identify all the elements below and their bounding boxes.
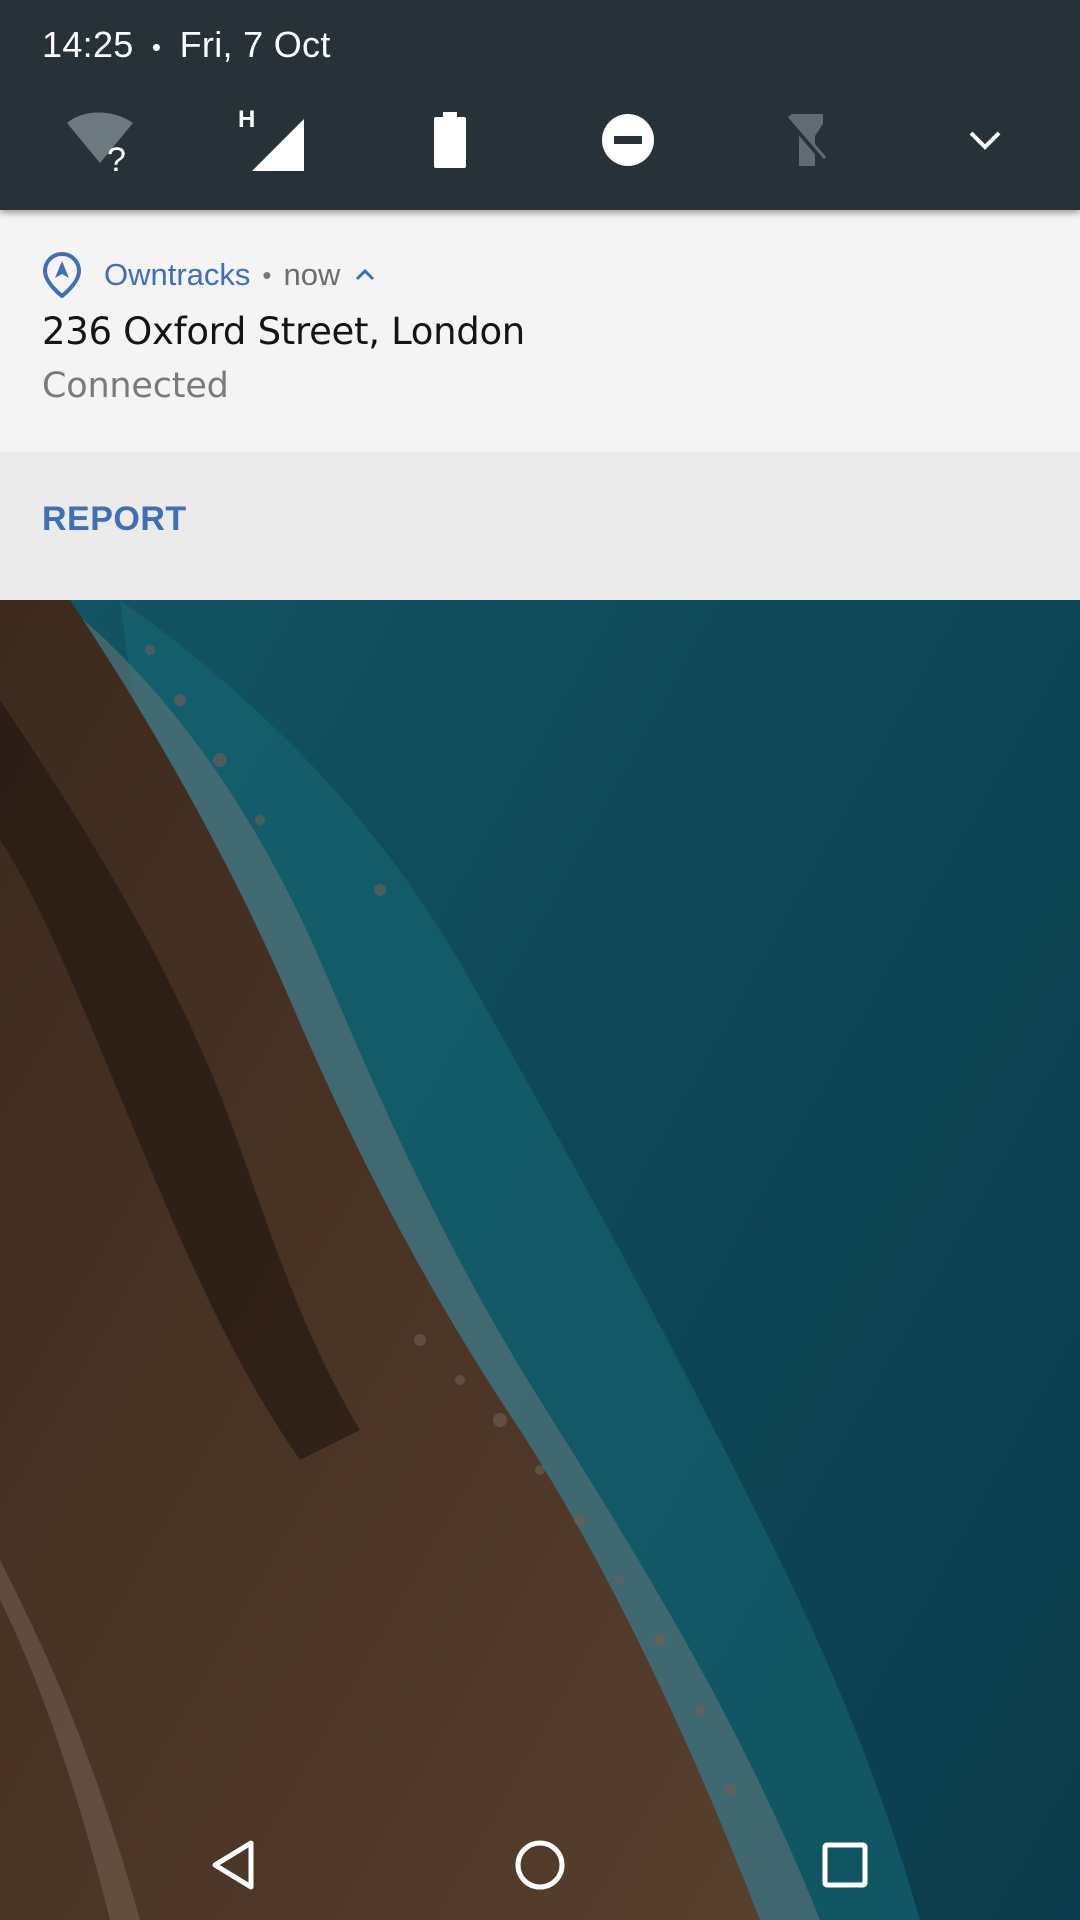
notification-app-name: Owntracks: [104, 257, 251, 292]
back-icon: [212, 1840, 254, 1890]
quick-settings-icons: ? H: [0, 100, 1080, 180]
status-separator: •: [151, 31, 162, 62]
recents-icon: [822, 1842, 868, 1888]
navigation-bar: [0, 1810, 1080, 1920]
collapse-chevron-icon[interactable]: [354, 267, 376, 283]
home-button[interactable]: [480, 1810, 600, 1920]
wifi-unknown-mark: ?: [107, 141, 126, 175]
status-time: 14:25: [42, 24, 134, 65]
quick-settings-header: 14:25 • Fri, 7 Oct ? H: [0, 0, 1080, 210]
wifi-unknown-icon[interactable]: ?: [50, 100, 140, 180]
owntracks-app-icon: [42, 250, 86, 300]
owntracks-notification[interactable]: Owntracks • now 236 Oxford Street, Londo…: [0, 210, 1080, 600]
home-icon: [515, 1840, 565, 1890]
notification-text: Connected: [42, 366, 229, 406]
notification-header[interactable]: Owntracks • now: [42, 250, 376, 300]
notification-shade-screen: 14:25 • Fri, 7 Oct ? H Owntracks • now 2…: [0, 0, 1080, 1920]
status-datetime: 14:25 • Fri, 7 Oct: [42, 24, 331, 66]
notification-separator: •: [262, 259, 272, 290]
expand-chevron-icon[interactable]: [940, 100, 1030, 180]
back-button[interactable]: [175, 1810, 295, 1920]
network-type-label: H: [238, 106, 255, 133]
notification-time: now: [283, 257, 341, 292]
battery-icon[interactable]: [405, 100, 495, 180]
flashlight-off-icon[interactable]: [762, 100, 852, 180]
notification-actions: REPORT: [0, 452, 1080, 600]
recents-button[interactable]: [785, 1810, 905, 1920]
do-not-disturb-icon[interactable]: [583, 100, 673, 180]
notification-title: 236 Oxford Street, London: [42, 310, 525, 353]
report-button[interactable]: REPORT: [42, 500, 187, 539]
status-date: Fri, 7 Oct: [179, 24, 331, 65]
cell-signal-icon[interactable]: H: [225, 100, 315, 180]
